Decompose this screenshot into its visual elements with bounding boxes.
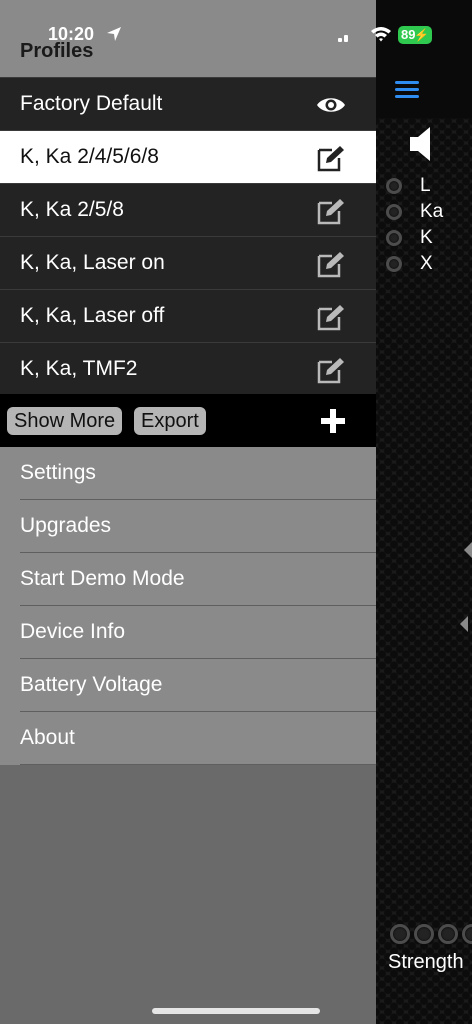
band-label: X (420, 253, 433, 274)
background-app-panel: L Ka K X Strength (376, 0, 472, 1024)
edit-icon[interactable] (316, 355, 346, 385)
band-led (386, 256, 402, 272)
band-led (386, 230, 402, 246)
band-label: K (420, 227, 433, 248)
menu-item-battery-voltage[interactable]: Battery Voltage (0, 659, 376, 712)
profile-row-k-ka-laser-off[interactable]: K, Ka, Laser off (0, 289, 376, 342)
edit-icon[interactable] (316, 196, 346, 226)
menu-item-label: Device Info (20, 620, 126, 643)
menu-item-label: Battery Voltage (20, 673, 163, 696)
profile-actions-bar: Show More Export (0, 394, 376, 447)
profile-row-k-ka-2-5-8[interactable]: K, Ka 2/5/8 (0, 183, 376, 236)
profiles-header: Profiles (0, 0, 376, 77)
profile-row-k-ka-laser-on[interactable]: K, Ka, Laser on (0, 236, 376, 289)
home-indicator[interactable] (152, 1008, 320, 1014)
profile-label: K, Ka, TMF2 (20, 357, 138, 380)
hamburger-menu-icon[interactable] (395, 81, 419, 99)
strength-label: Strength (388, 951, 464, 973)
edit-icon[interactable] (316, 249, 346, 279)
strength-led (438, 924, 458, 944)
band-label: Ka (420, 201, 444, 222)
profile-label: K, Ka, Laser on (20, 251, 165, 274)
eye-icon[interactable] (314, 90, 348, 120)
show-more-button[interactable]: Show More (7, 407, 123, 435)
menu-item-label: Upgrades (20, 514, 112, 537)
strength-led (462, 924, 472, 944)
menu-item-label: Settings (20, 461, 96, 484)
edge-arrow-icon (460, 616, 468, 632)
menu-item-upgrades[interactable]: Upgrades (0, 500, 376, 553)
menu-item-about[interactable]: About (0, 712, 376, 765)
profile-row-k-ka-tmf2[interactable]: K, Ka, TMF2 (0, 342, 376, 394)
plus-icon[interactable] (318, 406, 348, 436)
menu-item-start-demo-mode[interactable]: Start Demo Mode (0, 553, 376, 606)
menu-item-settings[interactable]: Settings (0, 447, 376, 500)
profiles-drawer: Profiles Factory Default K, Ka 2/4/5/6/8… (0, 0, 376, 1024)
strength-led (390, 924, 410, 944)
profile-label: K, Ka 2/5/8 (20, 198, 124, 221)
edge-arrow-icon (464, 542, 472, 558)
strength-led (414, 924, 434, 944)
app-top-bar (376, 0, 472, 118)
menu-item-label: About (20, 726, 75, 749)
edit-icon[interactable] (316, 302, 346, 332)
band-indicator-x: X (386, 252, 433, 276)
band-indicator-k: K (386, 226, 433, 250)
band-led (386, 204, 402, 220)
profile-row-factory-default[interactable]: Factory Default (0, 77, 376, 130)
divider (20, 764, 376, 765)
edit-icon[interactable] (316, 143, 346, 173)
profile-label: K, Ka 2/4/5/6/8 (20, 145, 159, 168)
profile-label: K, Ka, Laser off (20, 304, 165, 327)
menu-item-label: Start Demo Mode (20, 567, 185, 590)
profiles-title: Profiles (20, 40, 94, 62)
strength-meter (390, 924, 472, 944)
band-led (386, 178, 402, 194)
band-indicator-l: L (386, 174, 431, 198)
drawer-menu: Settings Upgrades Start Demo Mode Device… (0, 447, 376, 765)
profile-row-k-ka-2-4-5-6-8[interactable]: K, Ka 2/4/5/6/8 (0, 130, 376, 183)
speaker-icon[interactable] (410, 124, 434, 164)
band-label: L (420, 175, 431, 196)
export-button[interactable]: Export (134, 407, 206, 435)
profile-label: Factory Default (20, 92, 163, 115)
menu-item-device-info[interactable]: Device Info (0, 606, 376, 659)
band-indicator-ka: Ka (386, 200, 443, 224)
